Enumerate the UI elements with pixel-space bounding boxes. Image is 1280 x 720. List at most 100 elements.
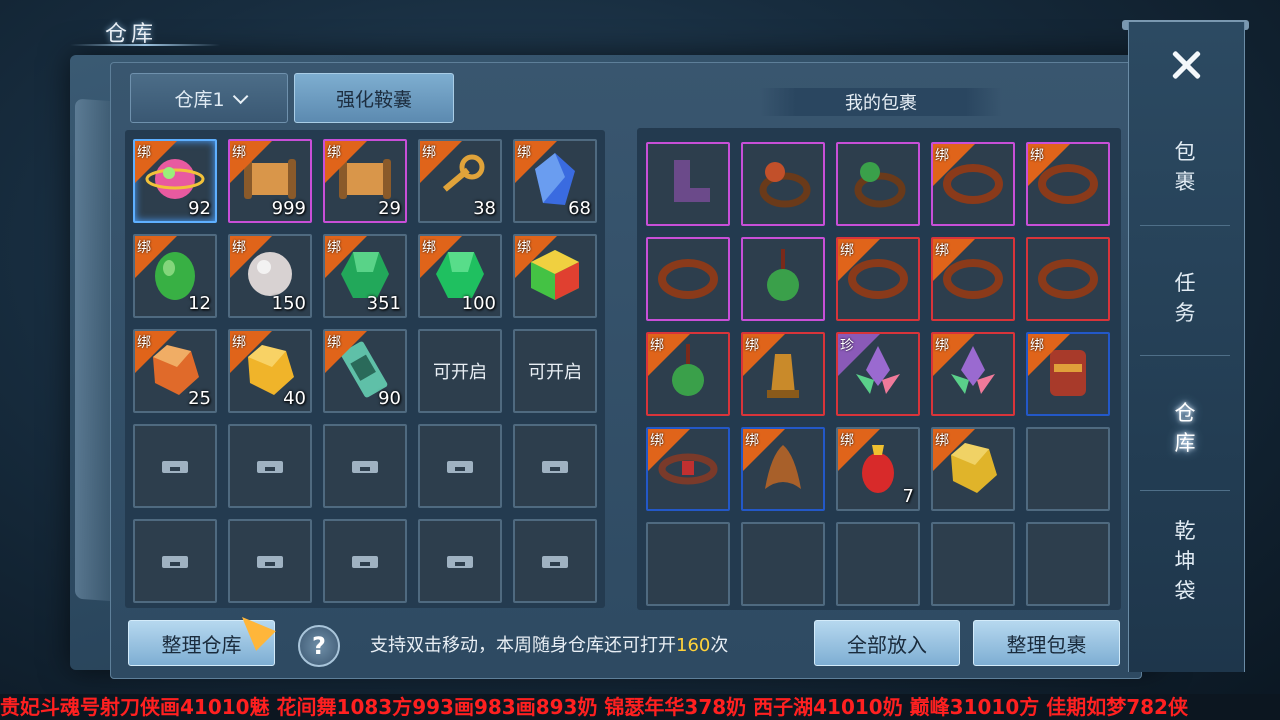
warehouse-slot[interactable]: 绑 29 bbox=[323, 139, 407, 223]
bag-slot[interactable]: 绑 bbox=[1026, 142, 1110, 226]
side-nav-bag-label: 包裹 bbox=[1174, 140, 1196, 194]
warehouse-slot[interactable] bbox=[133, 519, 217, 603]
tab-upgrade-saddlebag[interactable]: 强化鞍囊 bbox=[294, 73, 454, 123]
locked-slot-icon bbox=[447, 457, 473, 475]
bag-slot[interactable] bbox=[741, 142, 825, 226]
put-all-button[interactable]: 全部放入 bbox=[814, 620, 960, 666]
ring-icon bbox=[846, 150, 910, 218]
bag-slot[interactable]: 绑 bbox=[1026, 332, 1110, 416]
bind-label: 绑 bbox=[137, 335, 151, 351]
item-count: 12 bbox=[188, 293, 211, 314]
item-count: 92 bbox=[188, 198, 211, 219]
bag-slot[interactable] bbox=[741, 522, 825, 606]
item-count: 999 bbox=[271, 198, 306, 219]
warehouse-slot[interactable]: 可开启 bbox=[418, 329, 502, 413]
side-nav-quest[interactable]: 任务 bbox=[1160, 268, 1210, 328]
warehouse-slot[interactable] bbox=[228, 519, 312, 603]
warehouse-grid: 绑 92 绑 999 绑 29 绑 38 绑 68 绑 12 绑 150 绑 351 绑 100 绑绑 25 绑 40 绑 9… bbox=[133, 139, 597, 603]
bind-label: 绑 bbox=[745, 433, 759, 449]
item-count: 90 bbox=[378, 388, 401, 409]
storage-select-label: 仓库1 bbox=[174, 88, 225, 111]
bag-slot[interactable] bbox=[646, 142, 730, 226]
bag-slot[interactable] bbox=[646, 522, 730, 606]
warehouse-slot[interactable] bbox=[513, 519, 597, 603]
warehouse-slot[interactable]: 绑 40 bbox=[228, 329, 312, 413]
band-icon bbox=[1036, 245, 1100, 313]
bag-slot[interactable]: 珍 bbox=[836, 332, 920, 416]
nav-divider bbox=[1140, 355, 1230, 356]
book-spine bbox=[75, 98, 115, 602]
bind-label: 绑 bbox=[1030, 338, 1044, 354]
unlockable-label: 可开启 bbox=[528, 362, 582, 383]
locked-slot-icon bbox=[352, 552, 378, 570]
bag-slot[interactable]: 绑 bbox=[931, 332, 1015, 416]
item-count: 68 bbox=[568, 198, 591, 219]
bind-label: 绑 bbox=[745, 338, 759, 354]
warehouse-slot[interactable]: 绑 bbox=[513, 234, 597, 318]
bag-slot[interactable] bbox=[1026, 427, 1110, 511]
bag-slot[interactable]: 绑7 bbox=[836, 427, 920, 511]
side-nav-storage[interactable]: 仓库 bbox=[1160, 398, 1210, 458]
bag-slot[interactable] bbox=[741, 237, 825, 321]
title-underline bbox=[70, 44, 220, 46]
bag-slot[interactable] bbox=[1026, 522, 1110, 606]
sort-bag-button[interactable]: 整理包裹 bbox=[973, 620, 1120, 666]
bag-slot[interactable] bbox=[931, 522, 1015, 606]
bag-slot[interactable] bbox=[836, 142, 920, 226]
warehouse-slot[interactable]: 绑 12 bbox=[133, 234, 217, 318]
bag-slot[interactable] bbox=[646, 237, 730, 321]
warehouse-slot[interactable] bbox=[513, 424, 597, 508]
bag-slot[interactable] bbox=[836, 522, 920, 606]
close-icon[interactable] bbox=[1166, 45, 1206, 85]
bag-slot[interactable]: 绑 bbox=[931, 142, 1015, 226]
storage-select-dropdown[interactable]: 仓库1 bbox=[130, 73, 288, 123]
locked-slot-icon bbox=[257, 457, 283, 475]
side-nav-qiankun[interactable]: 乾坤袋 bbox=[1160, 516, 1210, 606]
item-count: 150 bbox=[271, 293, 306, 314]
bind-label: 绑 bbox=[327, 335, 341, 351]
note-suffix: 次 bbox=[710, 635, 729, 656]
bind-label: 绑 bbox=[232, 240, 246, 256]
warehouse-slot[interactable]: 绑 999 bbox=[228, 139, 312, 223]
bind-label: 绑 bbox=[650, 338, 664, 354]
bind-label: 绑 bbox=[327, 240, 341, 256]
bind-label: 绑 bbox=[517, 145, 531, 161]
warehouse-slot[interactable] bbox=[418, 519, 502, 603]
locked-slot-icon bbox=[162, 457, 188, 475]
bind-label: 绑 bbox=[422, 240, 436, 256]
warehouse-slot[interactable]: 绑 351 bbox=[323, 234, 407, 318]
warehouse-slot[interactable] bbox=[418, 424, 502, 508]
bag-slot[interactable]: 绑 bbox=[836, 237, 920, 321]
bag-slot[interactable]: 绑 bbox=[741, 427, 825, 511]
warehouse-slot[interactable]: 绑 92 bbox=[133, 139, 217, 223]
warehouse-slot[interactable]: 绑 25 bbox=[133, 329, 217, 413]
locked-slot-icon bbox=[162, 552, 188, 570]
warehouse-slot[interactable] bbox=[228, 424, 312, 508]
band-icon bbox=[656, 245, 720, 313]
bag-slot[interactable]: 绑 bbox=[931, 237, 1015, 321]
warehouse-slot[interactable]: 绑 90 bbox=[323, 329, 407, 413]
side-nav-bag[interactable]: 包裹 bbox=[1160, 137, 1210, 197]
bind-label: 绑 bbox=[935, 148, 949, 164]
item-count: 100 bbox=[461, 293, 496, 314]
warehouse-slot[interactable]: 绑 68 bbox=[513, 139, 597, 223]
bind-label: 绑 bbox=[650, 433, 664, 449]
warehouse-slot[interactable]: 绑 100 bbox=[418, 234, 502, 318]
help-icon[interactable]: ? bbox=[298, 625, 340, 667]
pendant-icon bbox=[751, 245, 815, 313]
bag-title: 我的包裹 bbox=[760, 88, 1002, 116]
bag-slot[interactable]: 绑 bbox=[931, 427, 1015, 511]
nav-divider bbox=[1140, 225, 1230, 226]
warehouse-slot[interactable]: 可开启 bbox=[513, 329, 597, 413]
bag-slot[interactable] bbox=[1026, 237, 1110, 321]
bag-slot[interactable]: 绑 bbox=[646, 427, 730, 511]
item-count: 7 bbox=[902, 486, 914, 507]
bag-slot[interactable]: 绑 bbox=[741, 332, 825, 416]
bag-slot[interactable]: 绑 bbox=[646, 332, 730, 416]
warehouse-slot[interactable]: 绑 150 bbox=[228, 234, 312, 318]
warehouse-slot[interactable] bbox=[323, 424, 407, 508]
side-nav-storage-label: 仓库 bbox=[1174, 401, 1196, 455]
warehouse-slot[interactable] bbox=[323, 519, 407, 603]
warehouse-slot[interactable]: 绑 38 bbox=[418, 139, 502, 223]
warehouse-slot[interactable] bbox=[133, 424, 217, 508]
